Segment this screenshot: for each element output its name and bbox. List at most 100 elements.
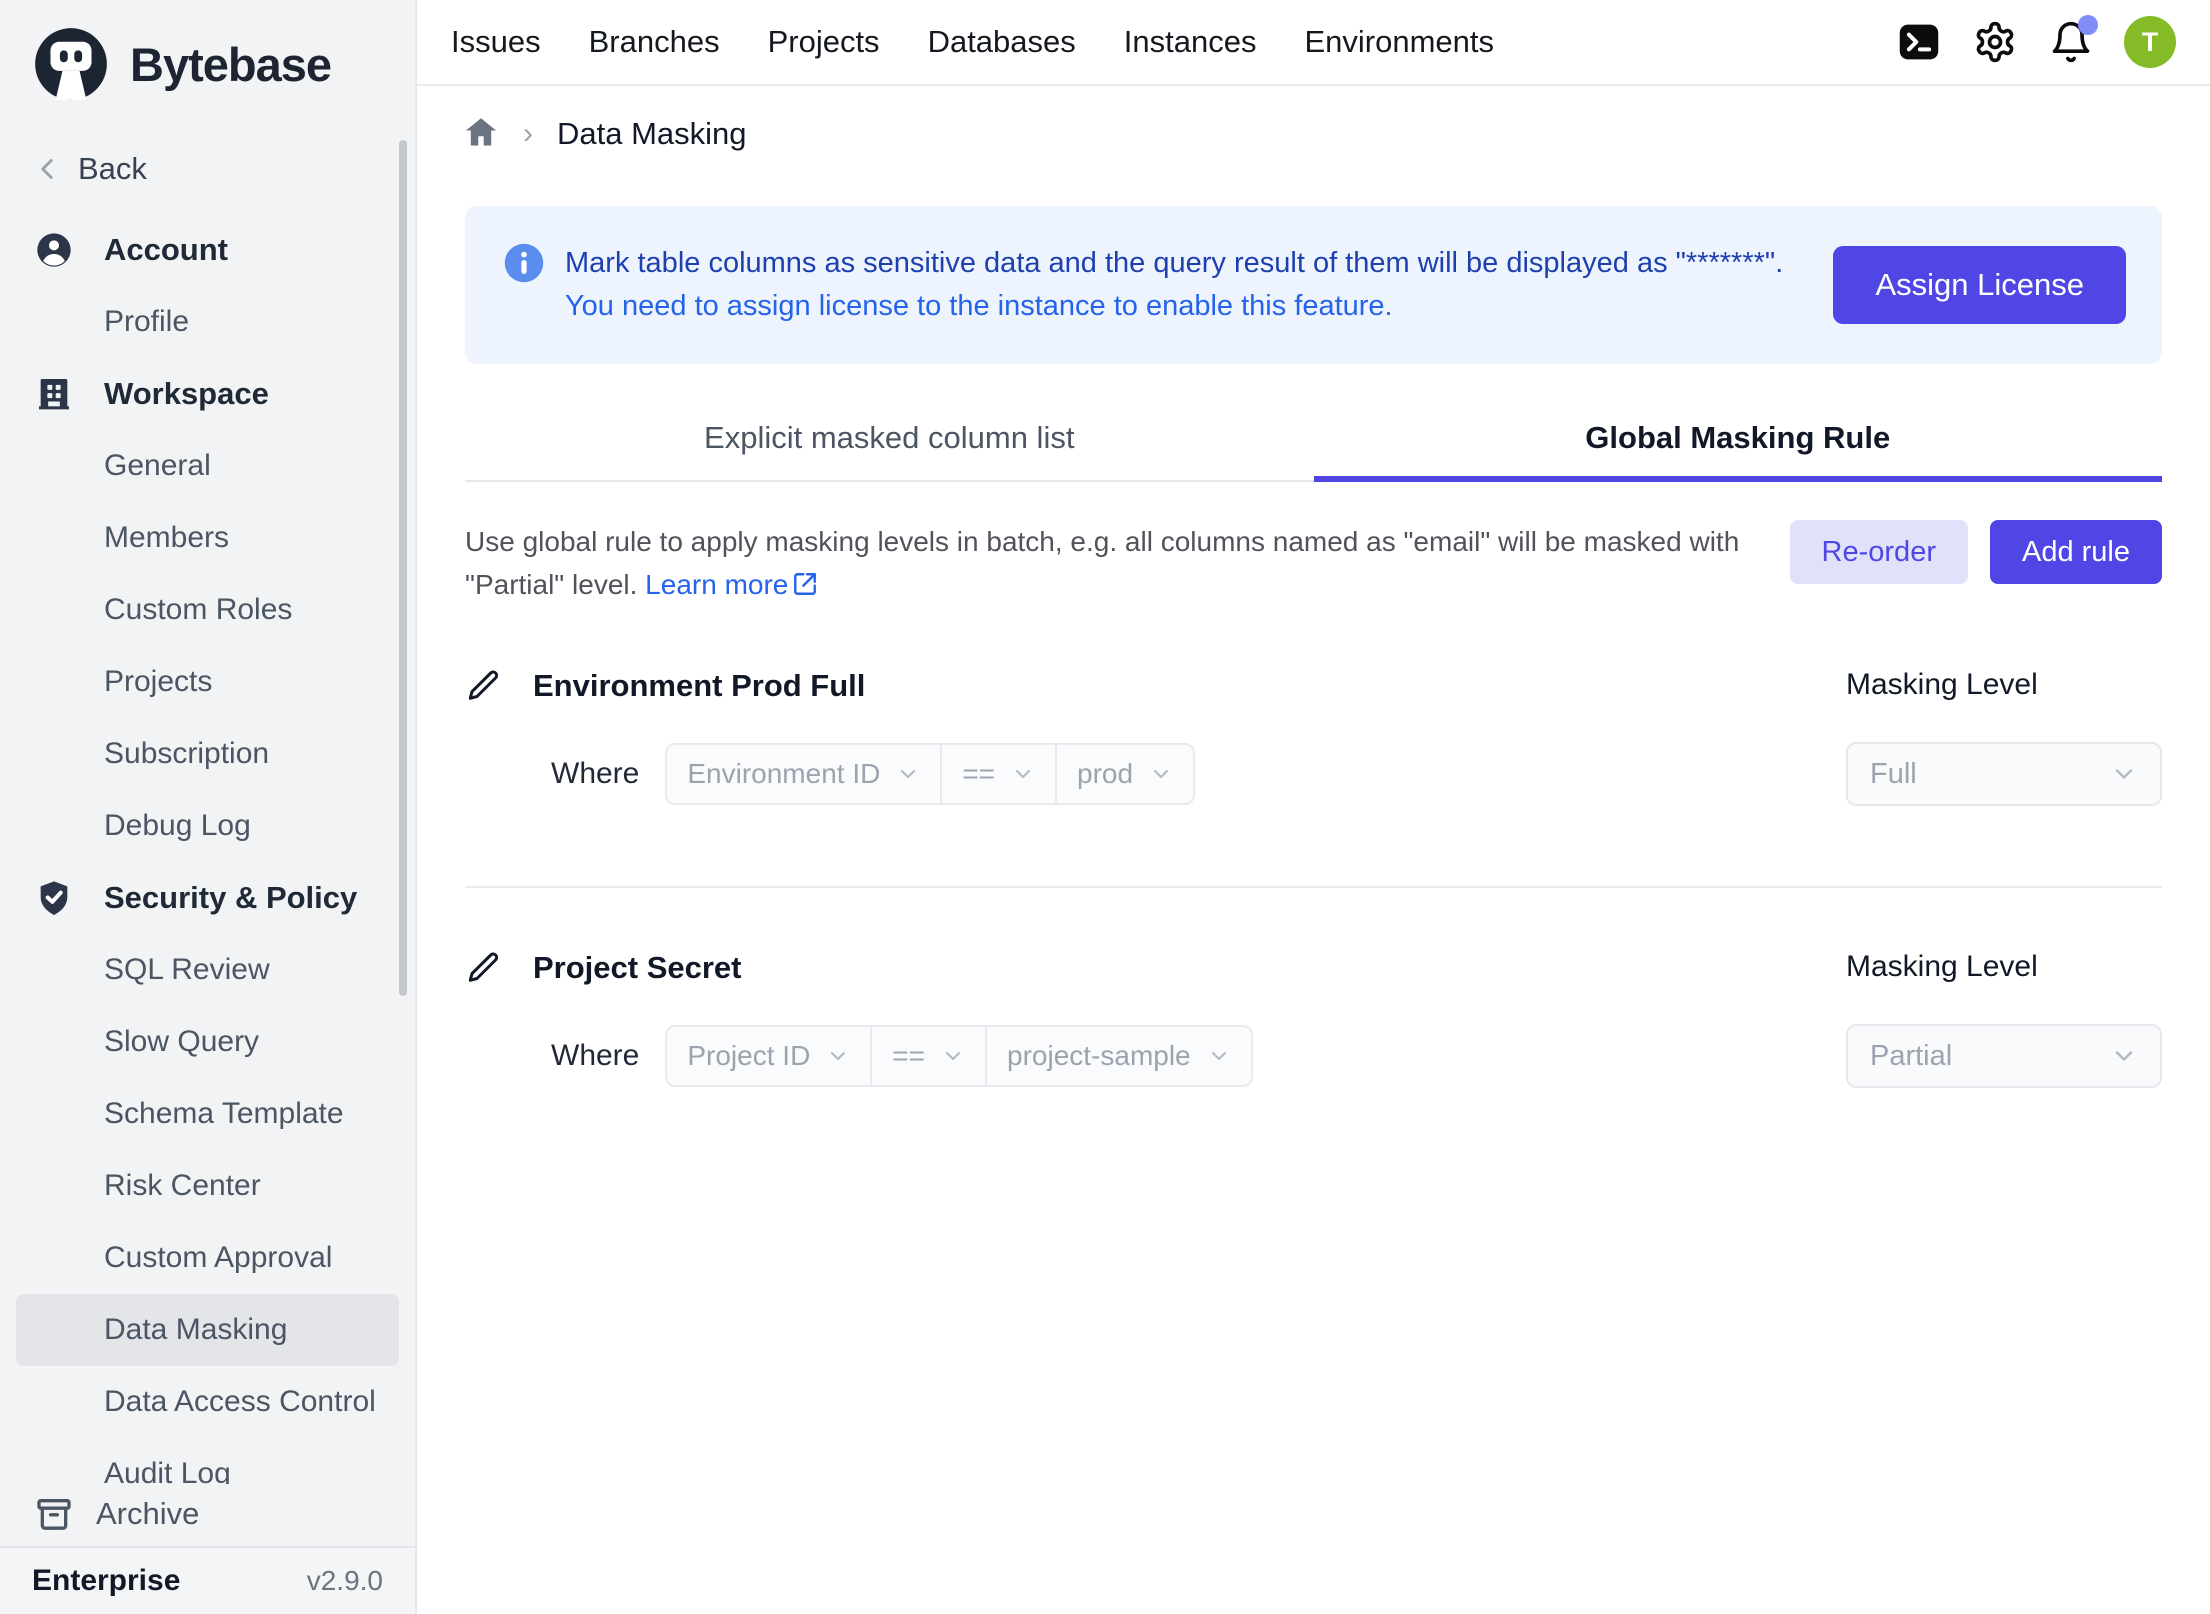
chevron-down-icon <box>2110 1042 2138 1070</box>
sidebar-item-archive[interactable]: Archive <box>0 1484 415 1544</box>
top-icons: T <box>1896 16 2176 68</box>
rule-description: Use global rule to apply masking levels … <box>465 520 1785 606</box>
condition-group: Environment ID == prod <box>665 743 1195 805</box>
bytebase-robot-icon <box>30 23 112 105</box>
where-label: Where <box>551 1039 639 1073</box>
edit-pencil-icon[interactable] <box>465 668 501 704</box>
condition-group: Project ID == project-sample <box>665 1025 1252 1087</box>
rule-divider <box>465 886 2162 888</box>
sidebar-item-sql-review[interactable]: SQL Review <box>0 934 415 1006</box>
chevron-down-icon <box>1207 1044 1231 1068</box>
rule-name: Project Secret <box>533 950 742 986</box>
sidebar-item-general[interactable]: General <box>0 430 415 502</box>
masking-level-label: Masking Level <box>1846 668 2162 704</box>
condition-field-select[interactable]: Environment ID <box>667 745 940 803</box>
sidebar-item-profile[interactable]: Profile <box>0 286 415 358</box>
sidebar-item-slow-query[interactable]: Slow Query <box>0 1006 415 1078</box>
sidebar: Bytebase Back Account Profile <box>0 0 417 1614</box>
top-nav-instances[interactable]: Instances <box>1124 24 1257 60</box>
app-window: Bytebase Back Account Profile <box>0 0 2210 1614</box>
back-button[interactable]: Back <box>0 138 415 200</box>
external-link-icon <box>792 571 818 597</box>
rule-title-row: Project Secret <box>465 950 1846 986</box>
reorder-button[interactable]: Re-order <box>1790 520 1968 584</box>
top-nav-databases[interactable]: Databases <box>928 24 1076 60</box>
archive-icon <box>34 1494 74 1534</box>
sidebar-item-members[interactable]: Members <box>0 502 415 574</box>
rule-title-row: Environment Prod Full <box>465 668 1846 704</box>
masking-level-select[interactable]: Partial <box>1846 1024 2162 1088</box>
building-icon <box>34 374 74 414</box>
condition-value-select[interactable]: project-sample <box>985 1027 1251 1085</box>
notification-dot <box>2078 15 2098 35</box>
toolbar-buttons: Re-order Add rule <box>1790 520 2162 584</box>
condition-field-select[interactable]: Project ID <box>667 1027 870 1085</box>
top-bar: Issues Branches Projects Databases Insta… <box>417 0 2210 86</box>
top-nav-projects[interactable]: Projects <box>768 24 880 60</box>
notifications-bell-icon[interactable] <box>2048 19 2094 65</box>
assign-license-button[interactable]: Assign License <box>1833 246 2126 324</box>
banner-text: Mark table columns as sensitive data and… <box>565 247 1833 323</box>
home-icon[interactable] <box>463 114 499 155</box>
page-title: Data Masking <box>557 116 747 152</box>
tab-bar: Explicit masked column list Global Maski… <box>465 396 2162 482</box>
tab-global-masking-rule[interactable]: Global Masking Rule <box>1314 396 2163 480</box>
sidebar-section-label: Account <box>104 232 228 268</box>
rule-toolbar: Use global rule to apply masking levels … <box>465 520 2162 606</box>
chevron-down-icon <box>826 1044 850 1068</box>
plan-badge: Enterprise <box>32 1564 180 1598</box>
breadcrumb-chevron-icon: › <box>523 117 533 151</box>
condition-operator-select[interactable]: == <box>940 745 1055 803</box>
shield-check-icon <box>34 878 74 918</box>
brand-name: Bytebase <box>130 37 331 92</box>
top-nav: Issues Branches Projects Databases Insta… <box>451 24 1494 60</box>
back-label: Back <box>78 151 147 187</box>
sidebar-item-subscription[interactable]: Subscription <box>0 718 415 790</box>
sidebar-section-security-policy: Security & Policy <box>0 862 415 934</box>
version-label: v2.9.0 <box>307 1565 383 1597</box>
sidebar-item-risk-center[interactable]: Risk Center <box>0 1150 415 1222</box>
edit-pencil-icon[interactable] <box>465 950 501 986</box>
breadcrumb: › Data Masking <box>463 112 2210 156</box>
where-label: Where <box>551 757 639 791</box>
sidebar-item-schema-template[interactable]: Schema Template <box>0 1078 415 1150</box>
top-nav-environments[interactable]: Environments <box>1304 24 1494 60</box>
sidebar-section-label: Security & Policy <box>104 880 357 916</box>
rule-condition-row: Where Environment ID == prod <box>465 742 1846 806</box>
rule-condition-row: Where Project ID == project-sample <box>465 1024 1846 1088</box>
sidebar-item-projects[interactable]: Projects <box>0 646 415 718</box>
condition-operator-select[interactable]: == <box>870 1027 985 1085</box>
masking-level-label: Masking Level <box>1846 950 2162 986</box>
sidebar-item-data-masking[interactable]: Data Masking <box>16 1294 399 1366</box>
avatar[interactable]: T <box>2124 16 2176 68</box>
banner-line-1: Mark table columns as sensitive data and… <box>565 247 1833 280</box>
condition-value-select[interactable]: prod <box>1055 745 1193 803</box>
main-content: Issues Branches Projects Databases Insta… <box>417 0 2210 1614</box>
chevron-down-icon <box>2110 760 2138 788</box>
license-banner: Mark table columns as sensitive data and… <box>465 206 2162 364</box>
top-nav-branches[interactable]: Branches <box>589 24 720 60</box>
add-rule-button[interactable]: Add rule <box>1990 520 2162 584</box>
top-nav-issues[interactable]: Issues <box>451 24 541 60</box>
chevron-down-icon <box>896 762 920 786</box>
learn-more-link[interactable]: Learn more <box>645 569 818 600</box>
sidebar-item-custom-roles[interactable]: Custom Roles <box>0 574 415 646</box>
bytebase-logo[interactable]: Bytebase <box>0 0 415 110</box>
masking-level-select[interactable]: Full <box>1846 742 2162 806</box>
sql-editor-terminal-icon[interactable] <box>1896 19 1942 65</box>
sidebar-item-data-access-control[interactable]: Data Access Control <box>0 1366 415 1438</box>
info-icon <box>503 242 545 284</box>
sidebar-section-label: Workspace <box>104 376 269 412</box>
chevron-down-icon <box>1149 762 1173 786</box>
masking-rule-project-secret: Project Secret Masking Level Where Proje… <box>465 950 2162 1088</box>
chevron-down-icon <box>1011 762 1035 786</box>
archive-label: Archive <box>96 1496 199 1532</box>
tab-explicit-masked-column-list[interactable]: Explicit masked column list <box>465 396 1314 480</box>
sidebar-item-debug-log[interactable]: Debug Log <box>0 790 415 862</box>
sidebar-section-workspace: Workspace <box>0 358 415 430</box>
user-circle-icon <box>34 230 74 270</box>
settings-gear-icon[interactable] <box>1972 19 2018 65</box>
sidebar-section-account: Account <box>0 214 415 286</box>
sidebar-item-custom-approval[interactable]: Custom Approval <box>0 1222 415 1294</box>
sidebar-scrollbar[interactable] <box>399 140 407 996</box>
